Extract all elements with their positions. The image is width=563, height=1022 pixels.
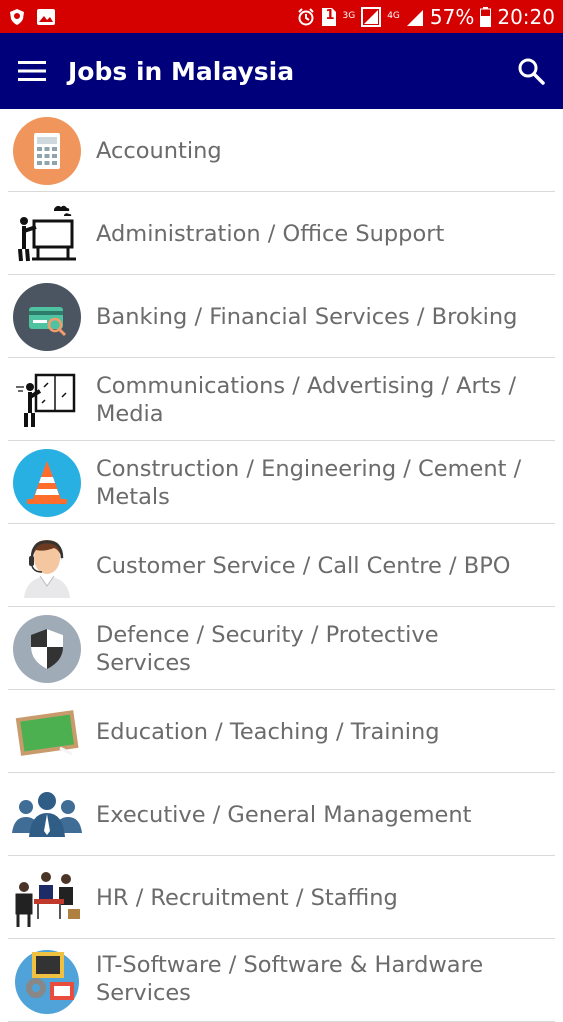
battery-percent: 57% [429, 4, 475, 29]
category-label: Construction / Engineering / Cement / Me… [96, 455, 522, 510]
category-label: Banking / Financial Services / Broking [96, 303, 518, 330]
computer-icon [12, 945, 82, 1015]
shield-icon [12, 614, 82, 684]
hamburger-menu-icon [18, 61, 46, 81]
category-item-accounting[interactable]: Accounting [0, 109, 563, 192]
search-icon [518, 58, 545, 85]
chalkboard-icon [12, 697, 82, 767]
battery-icon [480, 6, 492, 27]
category-label: Education / Teaching / Training [96, 718, 440, 745]
calculator-icon [12, 116, 82, 186]
page-title: Jobs in Malaysia [68, 56, 295, 86]
credit-card-icon [12, 282, 82, 352]
headset-agent-icon [12, 531, 82, 601]
category-item-defence[interactable]: Defence / Security / Protective Services [0, 607, 563, 690]
category-label: Executive / General Management [96, 801, 472, 828]
category-item-communications[interactable]: Communications / Advertising / Arts / Me… [0, 358, 563, 441]
gallery-icon [36, 8, 56, 26]
app-bar: Jobs in Malaysia [0, 33, 563, 109]
category-label: IT-Software / Software & Hardware Servic… [96, 952, 484, 1006]
network-4g-label: 4G [387, 10, 400, 21]
category-item-banking[interactable]: Banking / Financial Services / Broking [0, 275, 563, 358]
security-app-icon [8, 8, 26, 26]
people-group-icon [12, 780, 82, 850]
clock-time: 20:20 [497, 4, 555, 29]
category-label: Communications / Advertising / Arts / Me… [96, 372, 517, 427]
alarm-icon [297, 7, 315, 26]
category-item-construction[interactable]: Construction / Engineering / Cement / Me… [0, 441, 563, 524]
status-bar: 1 3G 4G 57% 20:20 [0, 0, 563, 33]
signal-3g-icon [361, 6, 382, 27]
signal-4g-icon [406, 7, 424, 27]
category-label: HR / Recruitment / Staffing [96, 884, 398, 911]
category-item-executive[interactable]: Executive / General Management [0, 773, 563, 856]
traffic-cone-icon [12, 448, 82, 518]
category-list: Accounting Administration / Office Suppo… [0, 109, 563, 1022]
sim-icon: 1 [321, 7, 337, 27]
category-item-it-software[interactable]: IT-Software / Software & Hardware Servic… [0, 939, 563, 1022]
category-label: Administration / Office Support [96, 220, 445, 247]
category-item-hr[interactable]: HR / Recruitment / Staffing [0, 856, 563, 939]
interview-icon [12, 863, 82, 933]
presentation-board-icon [12, 199, 82, 269]
search-button[interactable] [499, 33, 563, 109]
category-item-administration[interactable]: Administration / Office Support [0, 192, 563, 275]
menu-button[interactable] [0, 33, 64, 109]
category-label: Customer Service / Call Centre / BPO [96, 552, 511, 579]
category-item-education[interactable]: Education / Teaching / Training [0, 690, 563, 773]
presenter-icon [12, 365, 82, 435]
category-label: Accounting [96, 137, 222, 164]
network-3g-label: 3G [342, 10, 356, 21]
category-label: Defence / Security / Protective Services [96, 621, 439, 676]
category-item-customer-service[interactable]: Customer Service / Call Centre / BPO [0, 524, 563, 607]
